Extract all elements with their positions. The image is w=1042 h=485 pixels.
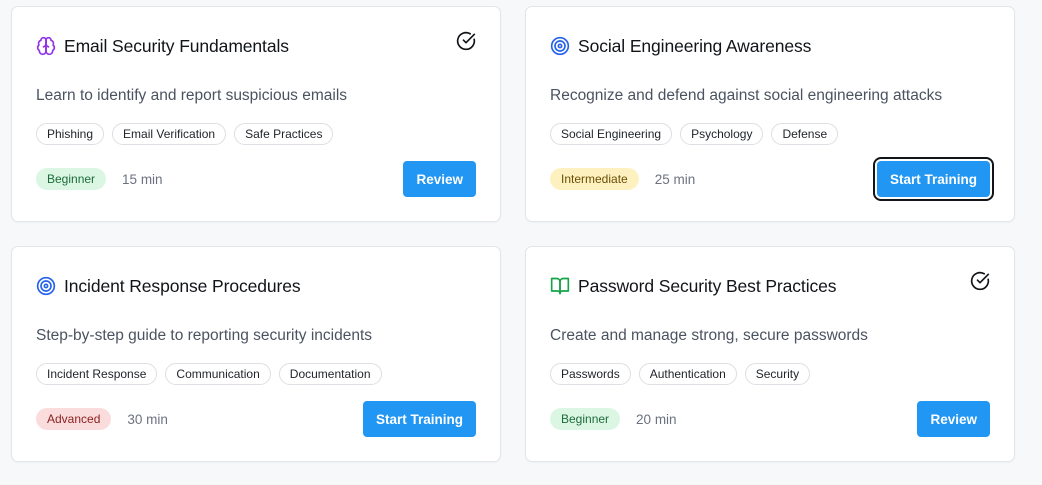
card-title: Email Security Fundamentals: [64, 35, 289, 56]
brain-icon: [36, 36, 56, 56]
card-footer: Beginner 15 min: [36, 168, 163, 190]
card-header: Incident Response Procedures: [36, 275, 301, 297]
level-badge: Beginner: [550, 408, 621, 430]
card-footer: Intermediate 25 min: [550, 168, 695, 190]
training-card-social-engineering: Social Engineering Awareness Recognize a…: [525, 6, 1015, 222]
card-footer: Advanced 30 min: [36, 408, 168, 430]
tag-list: Phishing Email Verification Safe Practic…: [36, 123, 334, 145]
tag: Psychology: [680, 123, 764, 145]
tag: Documentation: [278, 363, 382, 385]
tag: Phishing: [36, 123, 105, 145]
tag-list: Incident Response Communication Document…: [36, 363, 382, 385]
tag: Defense: [771, 123, 839, 145]
tag: Authentication: [638, 363, 737, 385]
review-button[interactable]: Review: [917, 401, 990, 437]
card-description: Step-by-step guide to reporting security…: [36, 327, 373, 344]
tag: Incident Response: [36, 363, 158, 385]
level-badge: Advanced: [36, 408, 112, 430]
tag: Security: [744, 363, 811, 385]
completed-check-icon: [970, 271, 990, 291]
tag: Social Engineering: [550, 123, 673, 145]
tag: Email Verification: [112, 123, 227, 145]
start-training-button[interactable]: Start Training: [362, 401, 476, 437]
book-open-icon: [550, 276, 570, 296]
training-card-password-security: Password Security Best Practices Create …: [525, 246, 1015, 462]
start-training-button[interactable]: Start Training: [872, 157, 995, 201]
tag: Passwords: [550, 363, 631, 385]
level-badge: Intermediate: [550, 168, 639, 190]
duration-label: 30 min: [127, 411, 168, 427]
card-title: Social Engineering Awareness: [578, 35, 812, 56]
card-title: Password Security Best Practices: [578, 275, 837, 296]
card-title: Incident Response Procedures: [64, 275, 301, 296]
duration-label: 20 min: [636, 411, 677, 427]
duration-label: 25 min: [654, 171, 696, 187]
card-description: Learn to identify and report suspicious …: [36, 87, 348, 104]
tag-list: Passwords Authentication Security: [550, 363, 811, 385]
card-header: Social Engineering Awareness: [550, 35, 811, 57]
duration-label: 15 min: [122, 171, 163, 187]
card-header: Email Security Fundamentals: [36, 35, 289, 57]
card-footer: Beginner 20 min: [550, 408, 677, 430]
training-card-incident-response: Incident Response Procedures Step-by-ste…: [11, 246, 501, 462]
level-badge: Beginner: [36, 168, 107, 190]
tag: Communication: [165, 363, 271, 385]
target-icon: [550, 36, 570, 56]
review-button[interactable]: Review: [403, 161, 476, 197]
card-description: Recognize and defend against social engi…: [550, 87, 943, 104]
tag-list: Social Engineering Psychology Defense: [550, 123, 839, 145]
card-header: Password Security Best Practices: [550, 275, 837, 297]
tag: Safe Practices: [234, 123, 334, 145]
card-description: Create and manage strong, secure passwor…: [550, 327, 868, 344]
completed-check-icon: [456, 31, 476, 51]
target-icon: [36, 276, 56, 296]
training-card-email-security: Email Security Fundamentals Learn to ide…: [11, 6, 501, 222]
